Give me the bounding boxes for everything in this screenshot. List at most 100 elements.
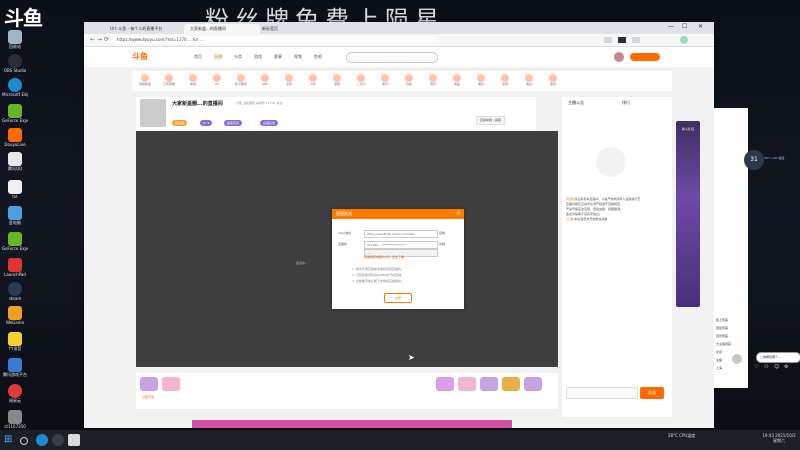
category-item[interactable]: CF bbox=[210, 74, 224, 86]
windows-start-icon[interactable]: ⊞ bbox=[4, 434, 16, 446]
desktop-icon[interactable]: WeGame bbox=[2, 306, 28, 325]
desktop-icon[interactable]: Microsoft Edge bbox=[2, 78, 28, 97]
gift-promo-link[interactable]: 立即开通 bbox=[142, 395, 154, 399]
clock[interactable]: 19:43 2021/10/2 星期六 bbox=[760, 433, 798, 443]
desktop-icon[interactable]: 回收站 bbox=[2, 30, 28, 49]
key-warning[interactable]: 直播码有效期为1天, 点击了解 bbox=[364, 255, 404, 259]
category-item[interactable]: 科技 bbox=[402, 74, 416, 86]
nav-item[interactable]: 分类 bbox=[234, 54, 242, 60]
nav-item[interactable]: 首页 bbox=[194, 54, 202, 60]
key-field[interactable]: 11702s... **************** bbox=[364, 241, 438, 249]
extension-icon[interactable] bbox=[632, 37, 640, 43]
overlay-chat-input[interactable]: 二狗哪吼哪个... bbox=[756, 352, 800, 363]
user-avatar[interactable] bbox=[614, 52, 624, 62]
level-badge[interactable]: LV 4 bbox=[200, 120, 213, 126]
desktop-icon[interactable]: DouyuLive bbox=[2, 128, 28, 147]
server-field[interactable]: rtmp://sendtc3a.douyu.com/live bbox=[364, 230, 438, 238]
promo-side-banner[interactable]: 新人礼包 bbox=[676, 121, 700, 307]
gift-item[interactable] bbox=[502, 377, 520, 391]
category-item[interactable]: 电台 bbox=[522, 74, 536, 86]
search-icon[interactable] bbox=[20, 437, 28, 445]
obs-taskbar-icon[interactable] bbox=[52, 434, 64, 446]
category-item[interactable]: 舞蹈 bbox=[450, 74, 464, 86]
desktop-icon[interactable]: YY语音 bbox=[2, 332, 28, 351]
extension-icon[interactable] bbox=[604, 37, 612, 43]
reload-icon[interactable]: ⟳ bbox=[104, 36, 109, 43]
desktop-icon[interactable]: txt bbox=[2, 180, 28, 199]
category-item[interactable]: 和平精英 bbox=[234, 74, 248, 86]
extension-icon[interactable] bbox=[618, 37, 626, 43]
site-logo[interactable]: 斗鱼 bbox=[132, 51, 148, 62]
browser-tab[interactable]: Url: 斗鱼 - 每个人的直播平台 bbox=[104, 24, 188, 34]
copy-server-button[interactable]: 复制 bbox=[439, 231, 445, 235]
category-item[interactable]: 美食 bbox=[474, 74, 488, 86]
cpu-temp-readout: 30°C CPU温度 bbox=[764, 156, 785, 160]
gift-item[interactable] bbox=[524, 377, 542, 391]
category-item[interactable]: 音乐 bbox=[426, 74, 440, 86]
heart-icon[interactable]: ♡ bbox=[754, 364, 758, 370]
category-item[interactable]: 体育 bbox=[378, 74, 392, 86]
category-item[interactable]: 主机 bbox=[282, 74, 296, 86]
profile-avatar[interactable] bbox=[680, 36, 688, 44]
gift-icon[interactable]: ⚇ bbox=[764, 364, 768, 370]
streamer-avatar[interactable] bbox=[140, 99, 166, 127]
category-item[interactable]: 颜值 bbox=[330, 74, 344, 86]
desktop-icon[interactable]: 此电脑 bbox=[2, 206, 28, 225]
settings-icon[interactable]: ⚙ bbox=[784, 364, 788, 370]
fan-club-badge[interactable]: 粉丝团 bbox=[172, 120, 188, 126]
key-label: 直播码 bbox=[338, 242, 348, 246]
desktop-icon[interactable]: OBS Studio bbox=[2, 54, 28, 73]
dialog-close-action[interactable]: 关闭 bbox=[384, 293, 412, 303]
category-item[interactable]: 绝地 bbox=[186, 74, 200, 86]
tab-announcement[interactable]: 主播公告 bbox=[568, 100, 584, 106]
desktop-icon[interactable]: 腾讯QQ bbox=[2, 152, 28, 171]
category-item[interactable]: 更多 bbox=[546, 74, 560, 86]
edge-taskbar-icon[interactable] bbox=[36, 434, 48, 446]
maximize-button[interactable]: ☐ bbox=[682, 23, 687, 30]
terminal-taskbar-icon[interactable] bbox=[68, 434, 80, 446]
gift-item[interactable] bbox=[458, 377, 476, 391]
category-item[interactable]: 旅游 bbox=[498, 74, 512, 86]
nav-item[interactable]: 赛事 bbox=[274, 54, 282, 60]
category-item[interactable]: DNF bbox=[258, 74, 272, 86]
start-stream-button[interactable] bbox=[630, 53, 660, 61]
gift-item[interactable] bbox=[436, 377, 454, 391]
nav-item[interactable]: 游戏 bbox=[254, 54, 262, 60]
minimize-button[interactable]: — bbox=[668, 23, 674, 30]
gift-item[interactable] bbox=[480, 377, 498, 391]
url-field[interactable]: https://www.douyu.com/?rid=1170 ... Err … bbox=[112, 36, 437, 44]
category-item[interactable]: 户外 bbox=[306, 74, 320, 86]
send-button[interactable]: 发送 bbox=[640, 387, 664, 399]
back-icon[interactable]: ← bbox=[90, 36, 95, 43]
site-search-input[interactable] bbox=[346, 52, 438, 63]
category-item[interactable]: 二次元 bbox=[354, 74, 368, 86]
browser-tab[interactable]: 新标签页 bbox=[256, 24, 302, 34]
copy-key-button[interactable]: 复制 bbox=[439, 242, 445, 246]
desktop-icon[interactable]: 网易云 bbox=[2, 384, 28, 403]
desktop-icon[interactable]: GeForce Experience bbox=[2, 104, 28, 123]
category-icon bbox=[405, 74, 413, 82]
gift-item[interactable] bbox=[162, 377, 180, 391]
forward-icon[interactable]: → bbox=[97, 36, 102, 43]
nav-item[interactable]: 直播 bbox=[214, 54, 222, 60]
close-window-button[interactable]: ✕ bbox=[698, 23, 703, 30]
desktop-icon[interactable]: 腾讯游戏平台 bbox=[2, 358, 28, 377]
noble-badge[interactable]: 贵族专享 bbox=[224, 120, 243, 126]
category-item[interactable]: 王者荣耀 bbox=[162, 74, 176, 86]
desktop-icon[interactable]: LaunchPad bbox=[2, 258, 28, 277]
dialog-close-button[interactable]: × bbox=[456, 210, 461, 217]
desktop-icon[interactable]: steam bbox=[2, 282, 28, 301]
report-button[interactable]: 直播举报 | 客服 bbox=[476, 116, 505, 125]
emoji-icon[interactable]: ☺ bbox=[774, 364, 779, 370]
desktop-icon[interactable]: GeForce Experience bbox=[2, 232, 28, 251]
task-badge[interactable]: 主播任务 bbox=[260, 120, 279, 126]
category-item[interactable]: 英雄联盟 bbox=[138, 74, 152, 86]
browser-tab-active[interactable]: 大家新盖...的直播间 bbox=[184, 24, 260, 34]
nav-item[interactable]: 视频 bbox=[294, 54, 302, 60]
nav-item[interactable]: 鱼吧 bbox=[314, 54, 322, 60]
gift-item[interactable] bbox=[140, 377, 158, 391]
chat-input[interactable] bbox=[566, 387, 638, 399]
tab-ranking[interactable]: 排行 bbox=[622, 100, 630, 106]
desktop-icon[interactable]: ct1167350 bbox=[2, 410, 28, 429]
promo-banner[interactable] bbox=[192, 420, 512, 428]
